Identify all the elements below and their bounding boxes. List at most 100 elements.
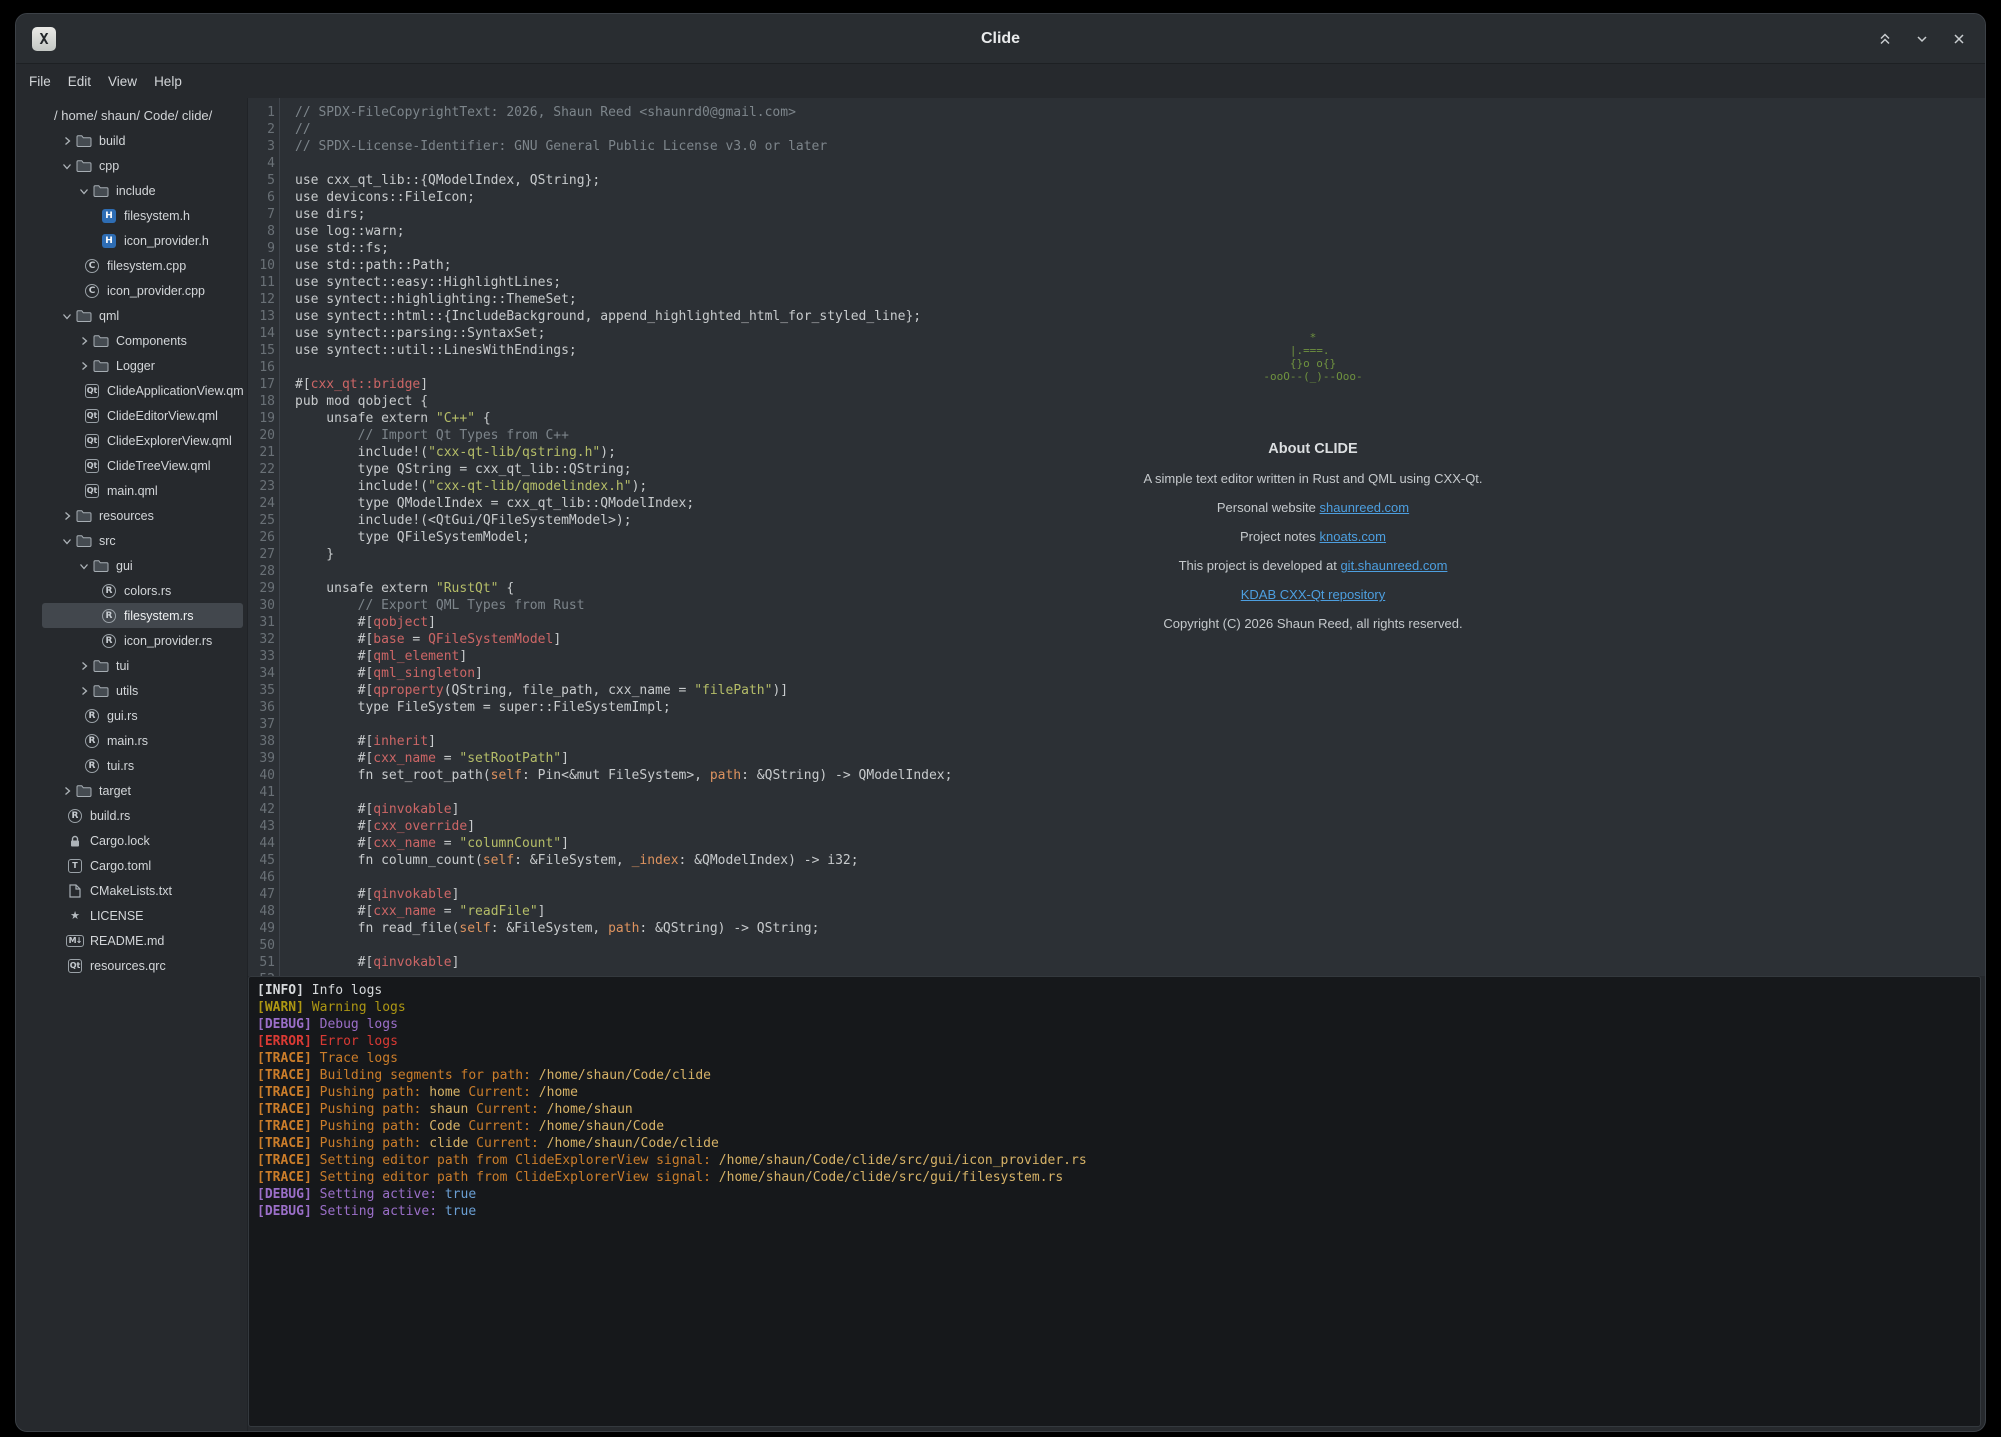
- tree-item-clideeditorview-qml[interactable]: QtClideEditorView.qml: [42, 403, 243, 428]
- tree-chevron-right-icon[interactable]: [61, 510, 75, 522]
- log-level-tag: [TRACE]: [257, 1085, 312, 1100]
- window-minimize-button[interactable]: [1910, 27, 1934, 51]
- line-number: 22: [248, 461, 279, 478]
- tree-item-cargo-lock[interactable]: Cargo.lock: [42, 828, 243, 853]
- tree-item-license[interactable]: ★LICENSE: [42, 903, 243, 928]
- menu-item-edit[interactable]: Edit: [61, 74, 98, 89]
- code-line: 2//: [248, 121, 1985, 138]
- tree-item-clidetreeview-qml[interactable]: QtClideTreeView.qml: [42, 453, 243, 478]
- tree-item-clideapplicationview-qml[interactable]: QtClideApplicationView.qml: [42, 378, 243, 403]
- tree-item-filesystem-h[interactable]: Hfilesystem.h: [42, 203, 243, 228]
- code-line: 11use syntect::easy::HighlightLines;: [248, 274, 1985, 291]
- log-level-tag: [DEBUG]: [257, 1187, 312, 1202]
- window-shade-button[interactable]: [1873, 27, 1897, 51]
- tree-chevron-down-icon[interactable]: [61, 310, 75, 322]
- code-line: 50: [248, 937, 1985, 954]
- line-number: 43: [248, 818, 279, 835]
- tree-chevron-down-icon[interactable]: [61, 535, 75, 547]
- menu-item-view[interactable]: View: [101, 74, 144, 89]
- tree-item-clideexplorerview-qml[interactable]: QtClideExplorerView.qml: [42, 428, 243, 453]
- code-line-text: use syntect::html::{IncludeBackground, a…: [279, 308, 921, 325]
- tree-item-icon-provider-cpp[interactable]: Cicon_provider.cpp: [42, 278, 243, 303]
- folder-icon: [75, 534, 93, 548]
- folder-icon: [92, 334, 110, 348]
- tree-item-build[interactable]: build: [42, 128, 243, 153]
- tree-item-main-qml[interactable]: Qtmain.qml: [42, 478, 243, 503]
- code-line: 49 fn read_file(self: &FileSystem, path:…: [248, 920, 1985, 937]
- tree-chevron-right-icon[interactable]: [61, 785, 75, 797]
- tree-chevron-right-icon[interactable]: [78, 660, 92, 672]
- tree-item-src[interactable]: src: [42, 528, 243, 553]
- line-number: 29: [248, 580, 279, 597]
- tree-chevron-right-icon[interactable]: [78, 335, 92, 347]
- tree-item-utils[interactable]: utils: [42, 678, 243, 703]
- tree-item-main-rs[interactable]: Rmain.rs: [42, 728, 243, 753]
- tree-item-gui[interactable]: gui: [42, 553, 243, 578]
- file-tree-panel[interactable]: / home/ shaun/ Code/ clide/ buildcppincl…: [16, 98, 248, 1431]
- window-controls: [1873, 14, 1971, 64]
- line-number: 31: [248, 614, 279, 631]
- tree-chevron-right-icon[interactable]: [78, 685, 92, 697]
- about-link-knoats-com[interactable]: knoats.com: [1320, 529, 1386, 544]
- about-link-shaunreed-com[interactable]: shaunreed.com: [1320, 500, 1410, 515]
- tree-item-resources-qrc[interactable]: Qtresources.qrc: [42, 953, 243, 978]
- code-line: 9use std::fs;: [248, 240, 1985, 257]
- line-number: 46: [248, 869, 279, 886]
- folder-icon: [92, 684, 110, 698]
- tree-item-qml[interactable]: qml: [42, 303, 243, 328]
- tree-chevron-down-icon[interactable]: [61, 160, 75, 172]
- tree-chevron-right-icon[interactable]: [78, 360, 92, 372]
- tree-item-readme-md[interactable]: M↓README.md: [42, 928, 243, 953]
- tree-item-icon-provider-rs[interactable]: Ricon_provider.rs: [42, 628, 243, 653]
- code-line-text: [279, 155, 295, 172]
- tree-item-cpp[interactable]: cpp: [42, 153, 243, 178]
- about-line: This project is developed at git.shaunre…: [1013, 551, 1613, 580]
- tree-item-logger[interactable]: Logger: [42, 353, 243, 378]
- cpp-file-icon: C: [83, 284, 101, 298]
- code-line-text: use syntect::highlighting::ThemeSet;: [279, 291, 577, 308]
- rust-file-icon: R: [100, 584, 118, 598]
- tree-item-components[interactable]: Components: [42, 328, 243, 353]
- about-link-kdab-cxx-qt-repository[interactable]: KDAB CXX-Qt repository: [1241, 587, 1386, 602]
- tree-item-include[interactable]: include: [42, 178, 243, 203]
- log-panel[interactable]: [INFO] Info logs[WARN] Warning logs[DEBU…: [248, 976, 1981, 1427]
- about-link-git-shaunreed-com[interactable]: git.shaunreed.com: [1340, 558, 1447, 573]
- line-number: 49: [248, 920, 279, 937]
- titlebar[interactable]: X Clide: [16, 14, 1985, 64]
- line-number: 36: [248, 699, 279, 716]
- code-line: 4: [248, 155, 1985, 172]
- tree-item-target[interactable]: target: [42, 778, 243, 803]
- log-line: [TRACE] Pushing path: Code Current: /hom…: [257, 1118, 1972, 1135]
- tree-chevron-down-icon[interactable]: [78, 185, 92, 197]
- about-description: A simple text editor written in Rust and…: [1013, 464, 1613, 493]
- code-editor[interactable]: 1// SPDX-FileCopyrightText: 2026, Shaun …: [248, 98, 1985, 976]
- qt-file-icon: Qt: [66, 959, 84, 973]
- tree-item-resources[interactable]: resources: [42, 503, 243, 528]
- tree-chevron-right-icon[interactable]: [61, 135, 75, 147]
- tree-item-tui[interactable]: tui: [42, 653, 243, 678]
- tree-item-cmakelists-txt[interactable]: CMakeLists.txt: [42, 878, 243, 903]
- code-line: 37: [248, 716, 1985, 733]
- menu-item-help[interactable]: Help: [147, 74, 189, 89]
- log-line: [DEBUG] Setting active: true: [257, 1186, 1972, 1203]
- tree-item-label: build.rs: [90, 809, 130, 823]
- tree-item-label: cpp: [99, 159, 119, 173]
- tree-item-cargo-toml[interactable]: TCargo.toml: [42, 853, 243, 878]
- code-line-text: #[qml_singleton]: [279, 665, 483, 682]
- tree-item-icon-provider-h[interactable]: Hicon_provider.h: [42, 228, 243, 253]
- tree-item-filesystem-cpp[interactable]: Cfilesystem.cpp: [42, 253, 243, 278]
- code-line-text: [279, 869, 295, 886]
- tree-item-tui-rs[interactable]: Rtui.rs: [42, 753, 243, 778]
- window-title: Clide: [16, 14, 1985, 64]
- line-number: 10: [248, 257, 279, 274]
- tree-item-build-rs[interactable]: Rbuild.rs: [42, 803, 243, 828]
- tree-item-gui-rs[interactable]: Rgui.rs: [42, 703, 243, 728]
- tree-item-colors-rs[interactable]: Rcolors.rs: [42, 578, 243, 603]
- tree-item-filesystem-rs[interactable]: Rfilesystem.rs: [42, 603, 243, 628]
- tree-item-label: LICENSE: [90, 909, 144, 923]
- code-line-text: use std::path::Path;: [279, 257, 452, 274]
- tree-item-label: qml: [99, 309, 119, 323]
- menu-item-file[interactable]: File: [22, 74, 58, 89]
- tree-chevron-down-icon[interactable]: [78, 560, 92, 572]
- window-close-button[interactable]: [1947, 27, 1971, 51]
